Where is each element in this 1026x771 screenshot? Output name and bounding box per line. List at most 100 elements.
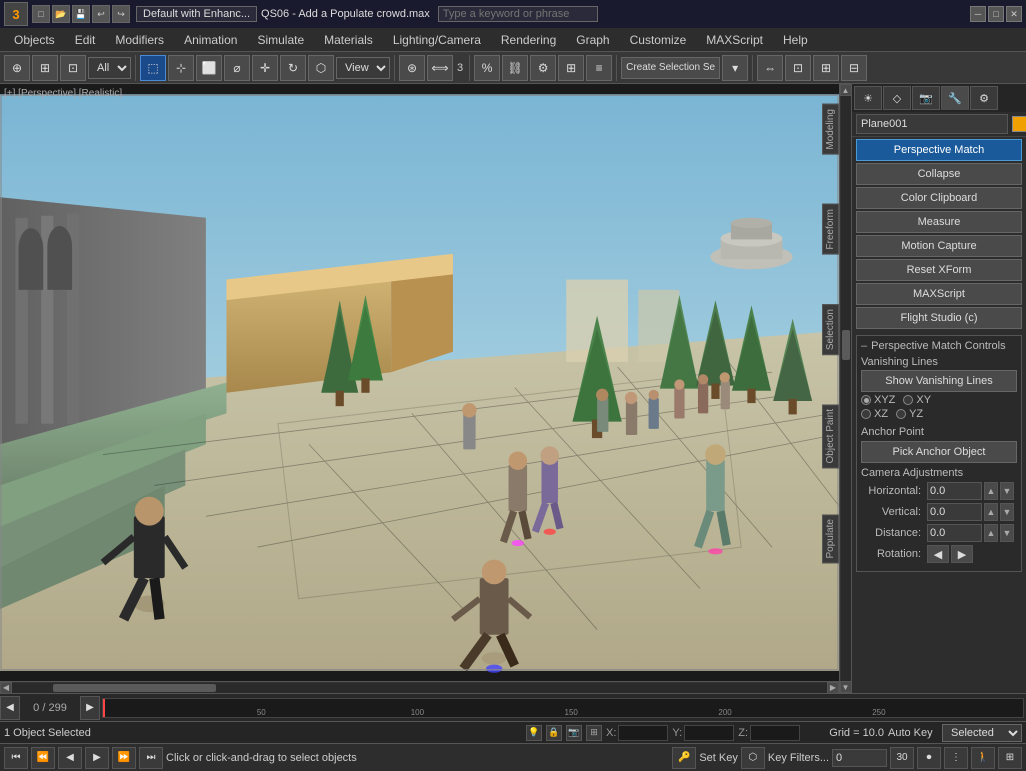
create-selection-button[interactable]: Create Selection Se [621, 57, 720, 79]
panel-tab-camera[interactable]: 📷 [912, 86, 940, 110]
menu-customize[interactable]: Customize [620, 31, 697, 49]
scroll-track-vertical[interactable] [841, 96, 851, 681]
filter-dropdown[interactable]: All [88, 57, 131, 79]
layer-btn[interactable]: ⊟ [841, 55, 867, 81]
timeline-collapse-btn[interactable]: ◀ [0, 696, 20, 720]
object-color-swatch[interactable] [1012, 116, 1026, 132]
scroll-track[interactable] [12, 683, 827, 693]
move-btn[interactable]: ✛ [252, 55, 278, 81]
panel-tab-display[interactable]: ☀ [854, 86, 882, 110]
mirror-btn[interactable]: ⟺ [427, 55, 453, 81]
horizontal-spin-down[interactable]: ▼ [1000, 482, 1014, 500]
key-icon[interactable]: 🔑 [672, 747, 696, 769]
vertical-input[interactable] [927, 503, 982, 521]
horizontal-input[interactable] [927, 482, 982, 500]
vertical-scrollbar[interactable]: ▲ ▼ [839, 84, 851, 693]
side-tab-populate[interactable]: Populate [822, 514, 839, 563]
named-sel-dropdown[interactable]: ▾ [722, 55, 748, 81]
menu-objects[interactable]: Objects [4, 31, 65, 49]
select-tool[interactable]: ⊕ [4, 55, 30, 81]
rotation-right-button[interactable]: ▶ [951, 545, 973, 563]
object-name-input[interactable] [856, 114, 1008, 134]
select-move-btn[interactable]: ⊹ [168, 55, 194, 81]
timeline-expand-btn[interactable]: ▶ [80, 696, 100, 720]
percent-btn[interactable]: % [474, 55, 500, 81]
horizontal-spin-up[interactable]: ▲ [984, 482, 998, 500]
radio-xy[interactable]: XY [903, 394, 931, 406]
utility-color-clipboard[interactable]: Color Clipboard [856, 187, 1022, 209]
scale-btn[interactable]: ⬡ [308, 55, 334, 81]
save-button[interactable]: 💾 [72, 5, 90, 23]
side-tab-freeform[interactable]: Freeform [822, 204, 839, 255]
vertical-spin-down[interactable]: ▼ [1000, 503, 1014, 521]
scroll-down-button[interactable]: ▼ [840, 681, 852, 693]
panel-tab-utility[interactable]: 🔧 [941, 86, 969, 110]
utility-reset-xform[interactable]: Reset XForm [856, 259, 1022, 281]
y-input[interactable] [684, 725, 734, 741]
side-tab-object-paint[interactable]: Object Paint [822, 404, 839, 468]
minimize-button[interactable]: ─ [970, 6, 986, 22]
z-input[interactable] [750, 725, 800, 741]
play-forward-button[interactable]: ▶ [85, 747, 109, 769]
menu-rendering[interactable]: Rendering [491, 31, 566, 49]
link-btn[interactable]: ⛓ [502, 55, 528, 81]
prev-frame-button[interactable]: ⏪ [31, 747, 55, 769]
play-back-button[interactable]: ◀ [58, 747, 82, 769]
lock-icon[interactable]: 🔒 [546, 725, 562, 741]
horizontal-scrollbar[interactable]: ◀ ▶ [0, 681, 839, 693]
undo-button[interactable]: ↩ [92, 5, 110, 23]
utility-flight-studio[interactable]: Flight Studio (c) [856, 307, 1022, 329]
autokey-dropdown[interactable]: Selected [942, 724, 1022, 742]
utility-collapse[interactable]: Collapse [856, 163, 1022, 185]
unlink-btn[interactable]: ⚙ [530, 55, 556, 81]
utility-perspective-match[interactable]: Perspective Match [856, 139, 1022, 161]
select-region-tool[interactable]: ⊞ [32, 55, 58, 81]
pivot-btn[interactable]: ⊛ [399, 55, 425, 81]
side-tab-modeling[interactable]: Modeling [822, 104, 839, 155]
more-options[interactable]: ⋮ [944, 747, 968, 769]
menu-edit[interactable]: Edit [65, 31, 106, 49]
x-input[interactable] [618, 725, 668, 741]
menu-animation[interactable]: Animation [174, 31, 247, 49]
fps-button[interactable]: 30 [890, 747, 914, 769]
distance-input[interactable] [927, 524, 982, 542]
lasso-select-btn[interactable]: ⌀ [224, 55, 250, 81]
light-icon[interactable]: 💡 [526, 725, 542, 741]
rotate-btn[interactable]: ↻ [280, 55, 306, 81]
menu-graph[interactable]: Graph [566, 31, 619, 49]
radio-yz[interactable]: YZ [896, 408, 923, 420]
set-key-button[interactable]: ⬡ [741, 747, 765, 769]
scroll-thumb[interactable] [53, 684, 216, 692]
timeline-track[interactable]: 50 100 150 200 250 [102, 698, 1024, 718]
region-select-btn[interactable]: ⬜ [196, 55, 222, 81]
menu-maxscript[interactable]: MAXScript [696, 31, 773, 49]
redo-button[interactable]: ↪ [112, 5, 130, 23]
utility-measure[interactable]: Measure [856, 211, 1022, 233]
mirror2-btn[interactable]: ⇔ [757, 55, 783, 81]
array-btn[interactable]: ⊡ [785, 55, 811, 81]
record-button[interactable]: ⏺ [917, 747, 941, 769]
side-tab-selection[interactable]: Selection [822, 304, 839, 355]
menu-simulate[interactable]: Simulate [247, 31, 314, 49]
align-btn[interactable]: ≡ [586, 55, 612, 81]
view-dropdown[interactable]: View [336, 57, 390, 79]
menu-modifiers[interactable]: Modifiers [105, 31, 174, 49]
viewport-container[interactable]: [+] [Perspective] [Realistic] [0, 84, 839, 693]
scroll-right-button[interactable]: ▶ [827, 682, 839, 694]
maximize-button[interactable]: □ [988, 6, 1004, 22]
filter-tool[interactable]: ⊡ [60, 55, 86, 81]
pick-anchor-button[interactable]: Pick Anchor Object [861, 441, 1017, 463]
bind-space-btn[interactable]: ⊞ [558, 55, 584, 81]
menu-materials[interactable]: Materials [314, 31, 383, 49]
viewport[interactable]: [+] [Perspective] [Realistic] [0, 84, 839, 681]
distance-spin-up[interactable]: ▲ [984, 524, 998, 542]
walk-mode[interactable]: 🚶 [971, 747, 995, 769]
viewport-controls[interactable]: ⊞ [998, 747, 1022, 769]
vertical-spin-up[interactable]: ▲ [984, 503, 998, 521]
new-button[interactable]: □ [32, 5, 50, 23]
show-vanishing-lines-btn[interactable]: Show Vanishing Lines [861, 370, 1017, 392]
frame-input[interactable] [832, 749, 887, 767]
scroll-thumb-vertical[interactable] [842, 330, 850, 360]
utility-maxscript[interactable]: MAXScript [856, 283, 1022, 305]
panel-tab-settings[interactable]: ⚙ [970, 86, 998, 110]
